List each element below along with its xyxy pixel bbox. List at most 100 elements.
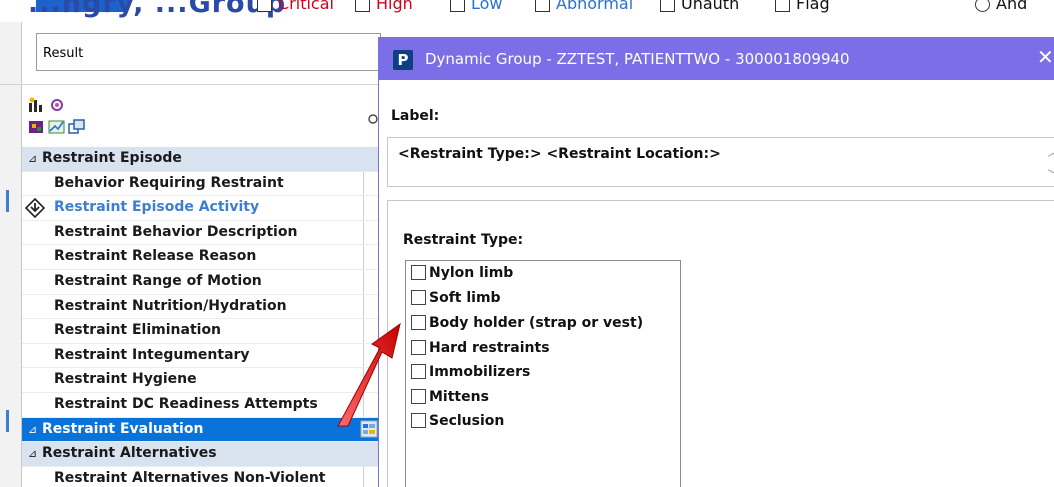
label-field[interactable]: <Restraint Type:> <Restraint Location:> …: [387, 137, 1054, 187]
group-label: Restraint Evaluation: [42, 420, 204, 437]
item-label: Restraint DC Readiness Attempts: [54, 395, 318, 412]
tree-group-restraint-episode[interactable]: ⊿ Restraint Episode: [22, 147, 378, 172]
label-field-value: <Restraint Type:> <Restraint Location:>: [398, 146, 721, 162]
edge-marker: [6, 190, 9, 212]
settings-cog-icon[interactable]: [48, 97, 66, 113]
tree-item[interactable]: Restraint Elimination: [22, 319, 378, 344]
result-field[interactable]: Result: [36, 33, 381, 71]
close-icon[interactable]: ✕: [1037, 45, 1054, 69]
option-label: Nylon limb: [429, 265, 514, 281]
checkbox[interactable]: [411, 340, 426, 355]
chart-bars-icon[interactable]: [28, 97, 46, 113]
group-label: Restraint Alternatives: [42, 445, 217, 462]
tree-item[interactable]: Restraint Release Reason: [22, 245, 378, 270]
flowsheet-tree: ⊿ Restraint Episode Behavior Requiring Re…: [22, 147, 378, 487]
trend-chart-icon[interactable]: [48, 119, 66, 135]
checkbox[interactable]: [411, 315, 426, 330]
option-hard-restraints[interactable]: Hard restraints: [411, 340, 550, 360]
diamond-arrow-icon: [25, 198, 45, 219]
divider: [0, 84, 380, 85]
item-label: Restraint Hygiene: [54, 371, 197, 388]
option-seclusion[interactable]: Seclusion: [411, 413, 504, 433]
filter-label: Critical: [278, 0, 334, 13]
option-body-holder[interactable]: Body holder (strap or vest): [411, 315, 643, 335]
group-label: Restraint Episode: [42, 150, 182, 166]
filter-label: Flag: [796, 0, 830, 13]
dialog-titlebar[interactable]: P Dynamic Group - ZZTEST, PATIENTTWO - 3…: [379, 37, 1054, 80]
tree-group-restraint-alternatives[interactable]: ⊿ Restraint Alternatives: [22, 442, 378, 467]
item-label: Restraint Behavior Description: [54, 223, 298, 240]
window-tiles-icon[interactable]: [68, 119, 86, 135]
label-heading: Label:: [391, 108, 440, 124]
filter-unauth[interactable]: Unauth: [660, 0, 739, 13]
item-label: Restraint Integumentary: [54, 346, 250, 363]
filter-low[interactable]: Low: [450, 0, 503, 13]
item-label: Restraint Elimination: [54, 322, 222, 339]
checkbox[interactable]: [660, 0, 675, 12]
option-immobilizers[interactable]: Immobilizers: [411, 364, 530, 384]
result-filter-bar: ...ngry, ...Group Critical High Low Abno…: [0, 0, 1054, 22]
tree-item[interactable]: Restraint Range of Motion: [22, 270, 378, 295]
tree-item[interactable]: Restraint Alternatives Non-Violent: [22, 467, 378, 487]
checkbox[interactable]: [411, 364, 426, 379]
edge-marker: [6, 410, 9, 432]
radio-button[interactable]: [975, 0, 990, 12]
option-label: Hard restraints: [429, 340, 550, 356]
filter-label: High: [376, 0, 413, 13]
flag-grid-icon[interactable]: [28, 119, 46, 135]
tree-group-restraint-evaluation[interactable]: ⊿ Restraint Evaluation: [22, 417, 378, 443]
scroll-up-icon[interactable]: ︿: [1048, 144, 1054, 159]
option-label: Mittens: [429, 389, 489, 405]
checkbox[interactable]: [355, 0, 370, 12]
collapse-triangle-icon[interactable]: ⊿: [28, 447, 42, 460]
scroll-down-icon[interactable]: ﹀: [1048, 166, 1054, 181]
collapse-triangle-icon[interactable]: ⊿: [28, 423, 42, 436]
checkbox[interactable]: [411, 413, 426, 428]
checkbox[interactable]: [535, 0, 550, 12]
tree-item[interactable]: Restraint Integumentary: [22, 344, 378, 369]
and-radio[interactable]: And: [975, 0, 1027, 13]
checkbox[interactable]: [775, 0, 790, 12]
item-label: Restraint Release Reason: [54, 248, 257, 265]
cropped-heading: ...ngry, ...Group: [28, 0, 287, 19]
tree-item[interactable]: Restraint Nutrition/Hydration: [22, 295, 378, 320]
option-label: Soft limb: [429, 290, 501, 306]
checkbox[interactable]: [257, 0, 272, 12]
checkbox[interactable]: [450, 0, 465, 12]
item-label: Behavior Requiring Restraint: [54, 174, 284, 191]
option-soft-limb[interactable]: Soft limb: [411, 290, 501, 310]
tree-item[interactable]: Restraint DC Readiness Attempts: [22, 393, 378, 418]
filter-high[interactable]: High: [355, 0, 413, 13]
window-left-edge: [0, 0, 22, 487]
option-label: Immobilizers: [429, 364, 531, 380]
restraint-type-checklist: Nylon limb Soft limb Body holder (strap …: [405, 260, 681, 487]
option-label: Body holder (strap or vest): [429, 315, 644, 331]
filter-label: Unauth: [681, 0, 740, 13]
option-label: Seclusion: [429, 413, 505, 429]
filter-abnormal[interactable]: Abnormal: [535, 0, 633, 13]
option-mittens[interactable]: Mittens: [411, 389, 489, 409]
dialog-title: Dynamic Group - ZZTEST, PATIENTTWO - 300…: [425, 50, 850, 68]
checkbox[interactable]: [411, 389, 426, 404]
item-label: Restraint Episode Activity: [54, 199, 260, 216]
filter-label: Low: [471, 0, 503, 13]
option-nylon-limb[interactable]: Nylon limb: [411, 265, 513, 285]
filter-critical[interactable]: Critical: [257, 0, 334, 13]
item-label: Restraint Range of Motion: [54, 272, 262, 289]
tree-item[interactable]: Behavior Requiring Restraint: [22, 172, 378, 197]
checkbox[interactable]: [411, 290, 426, 305]
checkbox[interactable]: [411, 265, 426, 280]
result-field-value: Result: [43, 46, 84, 61]
filter-label: Abnormal: [556, 0, 634, 13]
dynamic-group-dialog: P Dynamic Group - ZZTEST, PATIENTTWO - 3…: [378, 37, 1054, 487]
tree-toolbar: [22, 95, 380, 147]
filter-flag[interactable]: Flag: [775, 0, 830, 13]
item-label: Restraint Alternatives Non-Violent: [54, 469, 326, 486]
item-label: Restraint Nutrition/Hydration: [54, 297, 287, 314]
app-logo-icon: P: [393, 50, 413, 70]
tree-item[interactable]: Restraint Hygiene: [22, 368, 378, 393]
restraint-type-heading: Restraint Type:: [403, 232, 524, 248]
collapse-triangle-icon[interactable]: ⊿: [28, 152, 42, 165]
tree-item[interactable]: Restraint Behavior Description: [22, 221, 378, 246]
tree-item-activity-link[interactable]: Restraint Episode Activity: [22, 196, 378, 221]
